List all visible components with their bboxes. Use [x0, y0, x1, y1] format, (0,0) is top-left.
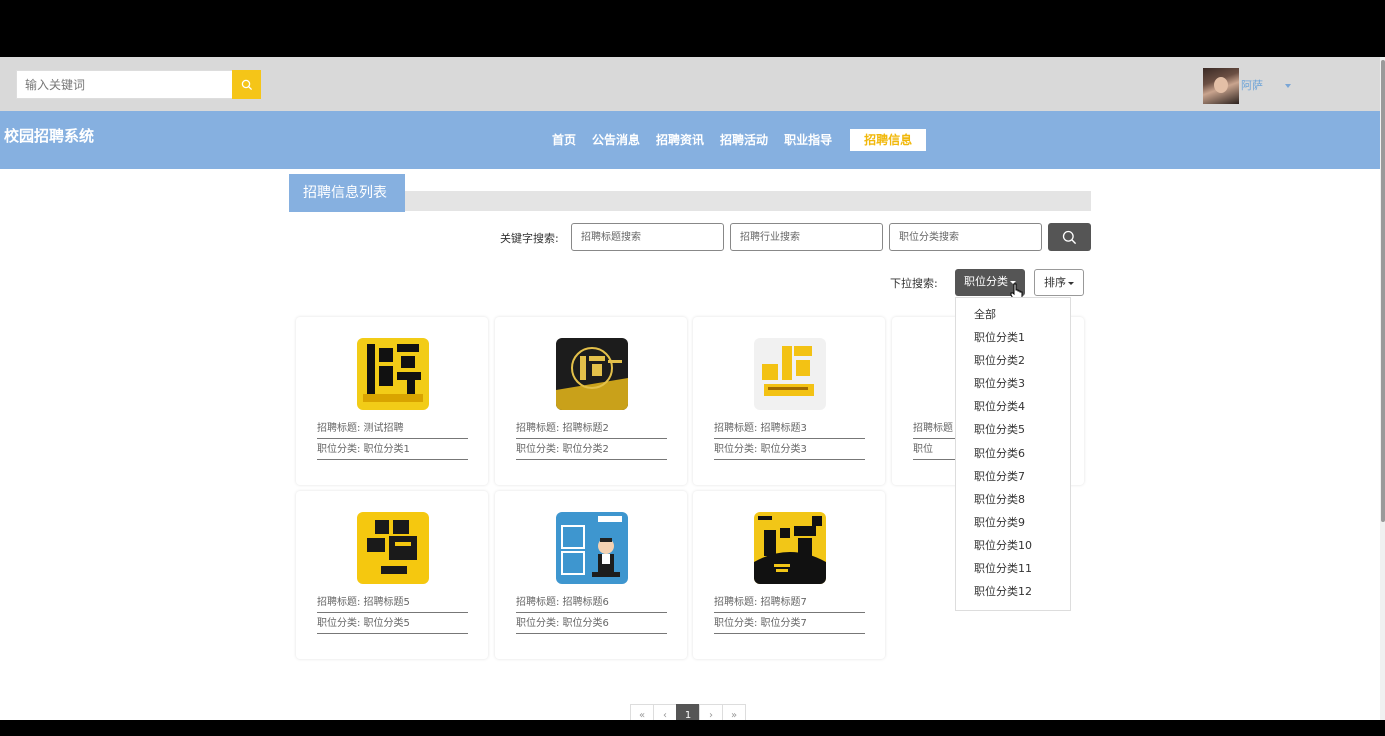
- title-search-input[interactable]: [571, 223, 724, 251]
- dropdown-option[interactable]: 职位分类1: [956, 326, 1070, 349]
- scrollbar[interactable]: [1380, 57, 1385, 720]
- dropdown-option[interactable]: 职位分类9: [956, 511, 1070, 534]
- job-card[interactable]: 招聘标题: 招聘标题3 职位分类: 职位分类3: [693, 317, 885, 485]
- dropdown-option[interactable]: 职位分类12: [956, 580, 1070, 603]
- dropdown-option[interactable]: 职位分类5: [956, 418, 1070, 441]
- job-category: 职位分类: 职位分类3: [714, 440, 865, 460]
- dropdown-search-label: 下拉搜索:: [890, 277, 938, 290]
- page-last[interactable]: »: [722, 704, 746, 720]
- site-brand[interactable]: 校园招聘系统: [4, 125, 94, 146]
- dropdown-option[interactable]: 职位分类8: [956, 488, 1070, 511]
- job-image[interactable]: [754, 512, 826, 584]
- nav-home[interactable]: 首页: [544, 129, 584, 151]
- site-search: [16, 70, 261, 99]
- job-title: 招聘标题: 招聘标题5: [317, 593, 468, 613]
- job-image[interactable]: [556, 338, 628, 410]
- category-dropdown-label: 职位分类: [964, 275, 1008, 288]
- dropdown-option[interactable]: 职位分类10: [956, 534, 1070, 557]
- search-button[interactable]: [232, 70, 261, 99]
- dropdown-option[interactable]: 职位分类7: [956, 465, 1070, 488]
- dropdown-option[interactable]: 职位分类3: [956, 372, 1070, 395]
- job-title: 招聘标题: 招聘标题3: [714, 419, 865, 439]
- caret-down-icon: [1068, 281, 1074, 285]
- dropdown-option[interactable]: 职位分类4: [956, 395, 1070, 418]
- job-image[interactable]: [357, 512, 429, 584]
- dropdown-option[interactable]: 职位分类6: [956, 442, 1070, 465]
- page-title: 招聘信息列表: [289, 174, 405, 212]
- user-name[interactable]: 阿萨: [1241, 77, 1263, 93]
- nav-menu: 首页 公告消息 招聘资讯 招聘活动 职业指导 招聘信息: [544, 129, 927, 151]
- category-dropdown-menu: 全部 职位分类1 职位分类2 职位分类3 职位分类4 职位分类5 职位分类6 职…: [955, 297, 1071, 611]
- dropdown-option[interactable]: 职位分类2: [956, 349, 1070, 372]
- nav-recruitment-info[interactable]: 招聘信息: [850, 129, 927, 151]
- dropdown-option-all[interactable]: 全部: [956, 303, 1070, 326]
- sort-dropdown-button[interactable]: 排序: [1034, 269, 1084, 296]
- nav-events[interactable]: 招聘活动: [712, 129, 776, 151]
- job-card[interactable]: 招聘标题: 招聘标题6 职位分类: 职位分类6: [495, 491, 687, 659]
- job-image[interactable]: [754, 338, 826, 410]
- page-next[interactable]: ›: [699, 704, 723, 720]
- main-navbar: 校园招聘系统 首页 公告消息 招聘资讯 招聘活动 职业指导 招聘信息: [0, 111, 1385, 169]
- category-search-input[interactable]: [889, 223, 1042, 251]
- scrollbar-thumb[interactable]: [1381, 60, 1385, 522]
- keyword-search-button[interactable]: [1048, 223, 1091, 251]
- job-title: 招聘标题: 招聘标题7: [714, 593, 865, 613]
- sort-dropdown-label: 排序: [1044, 276, 1066, 289]
- page-current[interactable]: 1: [676, 704, 700, 720]
- nav-news[interactable]: 招聘资讯: [648, 129, 712, 151]
- job-image[interactable]: [357, 338, 429, 410]
- job-category: 职位分类: 职位分类1: [317, 440, 468, 460]
- list-header: 招聘信息列表: [289, 174, 1091, 212]
- search-input[interactable]: [17, 71, 232, 98]
- job-category: 职位分类: 职位分类7: [714, 614, 865, 634]
- keyword-search-label: 关键字搜索:: [500, 232, 559, 245]
- chevron-down-icon[interactable]: [1285, 84, 1291, 88]
- search-icon: [1062, 230, 1077, 244]
- job-card[interactable]: 招聘标题: 测试招聘 职位分类: 职位分类1: [296, 317, 488, 485]
- job-card[interactable]: 招聘标题: 招聘标题2 职位分类: 职位分类2: [495, 317, 687, 485]
- top-bar: 阿萨: [0, 57, 1385, 111]
- job-card[interactable]: 招聘标题: 招聘标题5 职位分类: 职位分类5: [296, 491, 488, 659]
- dropdown-option[interactable]: 职位分类11: [956, 557, 1070, 580]
- nav-announcements[interactable]: 公告消息: [584, 129, 648, 151]
- job-title: 招聘标题: 招聘标题6: [516, 593, 667, 613]
- avatar[interactable]: [1203, 68, 1239, 104]
- header-bar: [289, 191, 1091, 211]
- job-category: 职位分类: 职位分类6: [516, 614, 667, 634]
- keyword-search-row: 关键字搜索:: [289, 223, 1091, 251]
- page-prev[interactable]: ‹: [653, 704, 677, 720]
- job-title: 招聘标题: 测试招聘: [317, 419, 468, 439]
- industry-search-input[interactable]: [730, 223, 883, 251]
- search-icon: [241, 79, 252, 90]
- page-first[interactable]: «: [630, 704, 654, 720]
- job-card[interactable]: 招聘标题: 招聘标题7 职位分类: 职位分类7: [693, 491, 885, 659]
- job-category: 职位分类: 职位分类2: [516, 440, 667, 460]
- browser-viewport: 阿萨 校园招聘系统 首页 公告消息 招聘资讯 招聘活动 职业指导 招聘信息 招聘…: [0, 57, 1385, 720]
- nav-career-guide[interactable]: 职业指导: [776, 129, 840, 151]
- user-menu[interactable]: 阿萨: [1203, 68, 1291, 104]
- job-image[interactable]: [556, 512, 628, 584]
- job-title: 招聘标题: 招聘标题2: [516, 419, 667, 439]
- pagination: « ‹ 1 › »: [630, 704, 746, 720]
- job-category: 职位分类: 职位分类5: [317, 614, 468, 634]
